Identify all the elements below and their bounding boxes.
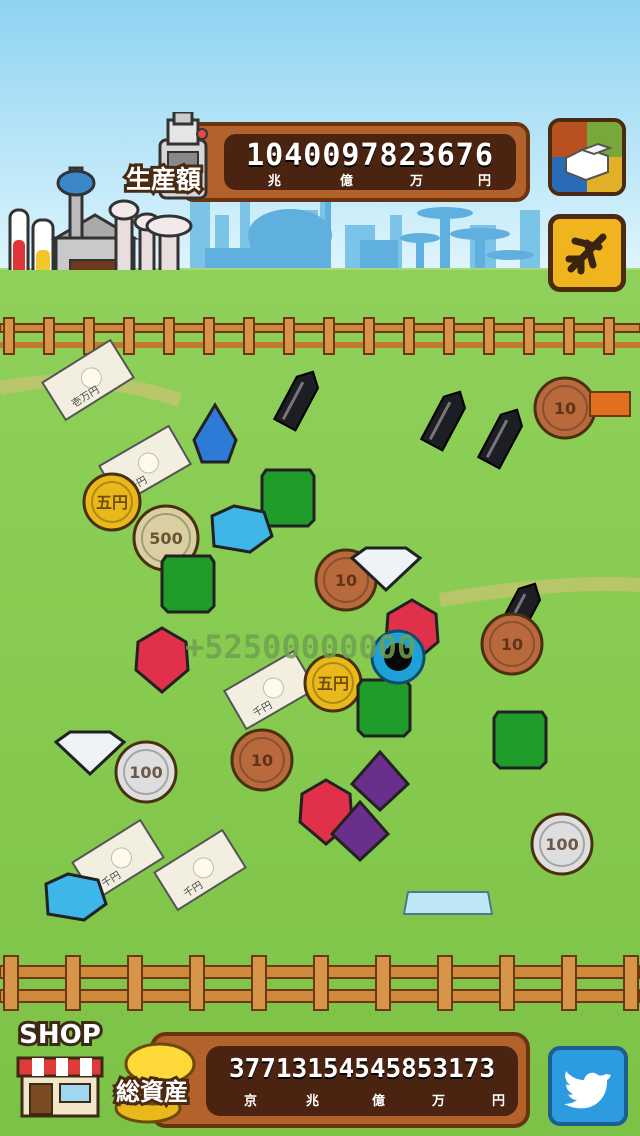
production-panel: 1040097823676 兆 億 万 円 [180, 122, 530, 202]
ruby [134, 626, 190, 694]
svg-text:100: 100 [129, 763, 162, 782]
black-crystal [476, 408, 524, 470]
emerald [160, 554, 216, 614]
unit-oku: 億 [340, 174, 354, 189]
airplane-icon [565, 233, 607, 275]
total-assets-value: 37713154545853173 [228, 1054, 496, 1084]
emerald [492, 710, 548, 770]
unit-yen: 円 [478, 174, 492, 189]
unit-yen: 円 [492, 1094, 506, 1109]
orange-brick [589, 391, 631, 417]
black-crystal [272, 370, 320, 432]
shop-label: SHOP [16, 1017, 104, 1053]
bill-1000-yen: 千円 [153, 828, 247, 912]
unit-cho: 兆 [268, 174, 282, 189]
coin-10-yen: 10 [480, 612, 544, 676]
unit-man: 万 [410, 174, 424, 189]
unit-man: 万 [432, 1094, 446, 1109]
production-display: 1040097823676 兆 億 万 円 [224, 134, 516, 190]
bill-10000-yen: 壱万円 [41, 338, 135, 422]
diamond [53, 730, 127, 777]
twitter-share-button[interactable] [548, 1046, 628, 1126]
svg-text:五円: 五円 [96, 493, 128, 512]
svg-text:10: 10 [501, 635, 523, 654]
total-assets-display: 37713154545853173 京 兆 億 万 円 [206, 1046, 518, 1116]
svg-text:10: 10 [335, 571, 357, 590]
unit-kei: 京 [244, 1094, 258, 1109]
svg-text:500: 500 [149, 529, 182, 548]
travel-button[interactable] [548, 214, 626, 292]
black-crystal [419, 390, 467, 452]
unit-cho: 兆 [306, 1094, 320, 1109]
svg-text:100: 100 [545, 835, 578, 854]
twitter-bird-icon [564, 1071, 611, 1109]
total-assets-label: 総資産 [113, 1075, 191, 1109]
coin-5-yen: 五円 [82, 472, 142, 532]
shop-button[interactable]: SHOP [12, 1017, 108, 1120]
production-value: 1040097823676 [246, 138, 494, 173]
floating-income-text: +52500000000 [185, 628, 417, 666]
blue-teardrop-gem [192, 402, 238, 464]
svg-text:10: 10 [251, 751, 273, 770]
coin-100-yen: 100 [114, 740, 178, 804]
svg-text:10: 10 [554, 399, 576, 418]
aquamarine-gem [44, 872, 108, 922]
svg-text:五円: 五円 [317, 674, 349, 693]
ice-bar [402, 891, 494, 915]
coin-100-yen: 100 [530, 812, 594, 876]
map-button[interactable] [548, 118, 626, 196]
block-map-icon [552, 122, 622, 192]
coin-10-yen: 10 [533, 376, 597, 440]
emerald [356, 678, 412, 738]
unit-oku: 億 [372, 1094, 386, 1109]
coin-10-yen: 10 [230, 728, 294, 792]
aquamarine-gem [210, 504, 274, 554]
production-label: 生産額 [123, 162, 204, 197]
emerald [260, 468, 316, 528]
